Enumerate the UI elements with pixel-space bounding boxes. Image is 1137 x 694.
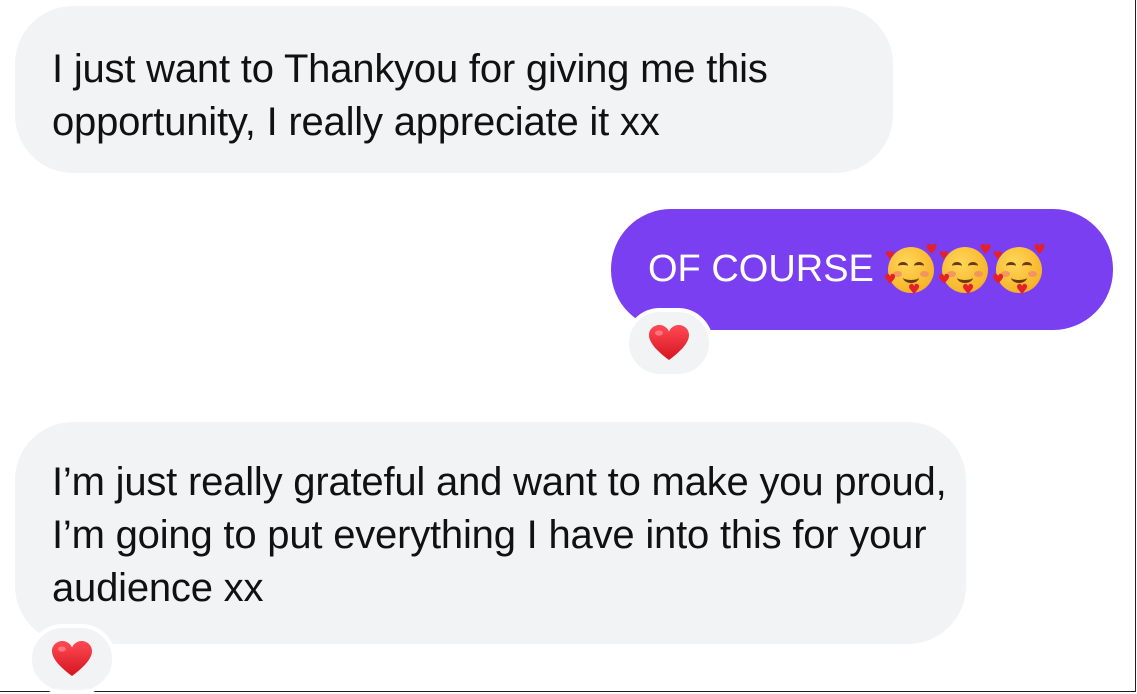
smiling-face-with-hearts-icon: ♥ ♥ ♥ ♥: [883, 241, 938, 298]
message-reaction-badge[interactable]: [28, 624, 116, 694]
smiling-face-with-hearts-icon: ♥ ♥ ♥ ♥: [937, 241, 992, 298]
emoji-group: ♥ ♥ ♥ ♥ ♥ ♥ ♥ ♥ ♥ ♥ ♥ ♥: [883, 241, 1046, 298]
message-text: OF COURSE: [648, 248, 874, 290]
message-text: I’m just really grateful and want to mak…: [52, 460, 947, 610]
red-heart-icon: [52, 641, 92, 676]
received-message-bubble[interactable]: I’m just really grateful and want to mak…: [15, 422, 966, 644]
message-reaction-badge[interactable]: [625, 308, 713, 378]
smiling-face-with-hearts-icon: ♥ ♥ ♥ ♥: [991, 241, 1046, 298]
red-heart-icon: [649, 325, 689, 360]
received-message-bubble[interactable]: I just want to Thankyou for giving me th…: [15, 6, 893, 173]
message-text: I just want to Thankyou for giving me th…: [52, 47, 768, 144]
